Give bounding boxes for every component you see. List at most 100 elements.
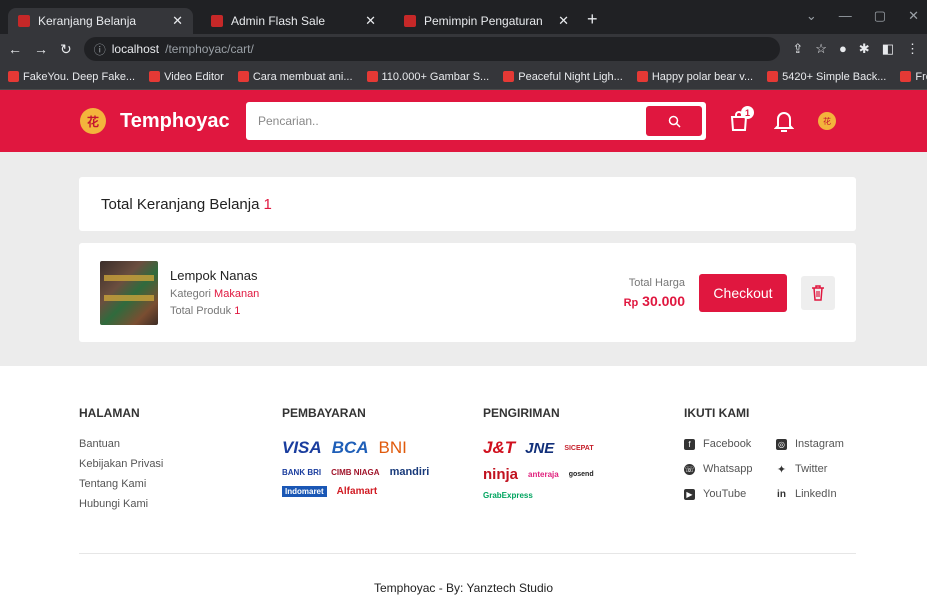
new-tab-button[interactable]: + [587,9,598,30]
tab-keranjang[interactable]: Keranjang Belanja ✕ [8,8,193,34]
site-footer: HALAMAN Bantuan Kebijakan Privasi Tentan… [0,366,927,596]
tab-title: Pemimpin Pengaturan [424,14,543,28]
footer-col-ikuti: IKUTI KAMI f Facebook ◎ Instagram ☏ Whatsap… [684,406,868,500]
cart-summary-card: Total Keranjang Belanja 1 [79,177,856,231]
tab-search-icon[interactable]: ⌄ [806,8,817,24]
close-window-icon[interactable]: ✕ [908,8,919,24]
footer-col-pembayaran: PEMBAYARAN VISA BCA BNI BANK BRI CIMB NI… [282,406,429,497]
instagram-icon: ◎ [776,438,787,450]
bca-logo: BCA [331,438,369,457]
price-block: Total Harga Rp 30.000 [624,277,685,309]
alfamart-logo: Alfamart [336,486,378,497]
omnibox[interactable]: ⓘ localhost/temphoyac/cart/ [83,37,781,61]
brand-name[interactable]: Temphoyac [120,110,246,133]
product-name[interactable]: Lempok Nanas [170,268,259,283]
social-linkedin[interactable]: in LinkedIn [776,488,868,500]
tab-admin-flash-sale[interactable]: Admin Flash Sale ✕ [201,8,386,34]
bookmark-item[interactable]: Happy polar bear v... [636,71,753,83]
social-whatsapp[interactable]: ☏ Whatsapp [684,463,776,475]
bell-icon[interactable] [774,110,794,132]
bri-logo: BANK BRI [282,467,322,477]
forward-icon[interactable]: → [34,41,48,57]
footer-link-bantuan[interactable]: Bantuan [79,438,163,450]
favicon-icon [404,15,416,27]
facebook-icon: f [684,438,695,450]
site-navbar: 花 Temphoyac Pencarian.. 1 花 [0,90,927,152]
close-icon[interactable]: ✕ [365,13,376,29]
footer-link-kebijakan[interactable]: Kebijakan Privasi [79,458,163,470]
url-path: /temphoyac/cart/ [165,42,254,56]
gosend-logo: gosend [568,471,594,478]
restore-icon[interactable]: ▢ [874,8,886,24]
indomaret-logo: Indomaret [282,486,327,497]
back-icon[interactable]: ← [8,41,22,57]
puzzle-icon[interactable]: ✱ [859,41,870,57]
footer-heading: HALAMAN [79,406,140,420]
address-bar-row: ← → ↻ ⓘ localhost/temphoyac/cart/ ⇪ ☆ ● … [0,34,927,64]
search-input[interactable]: Pencarian.. [246,102,706,140]
footer-heading: IKUTI KAMI [684,406,750,420]
bookmark-icon [767,71,779,82]
menu-icon[interactable]: ⋮ [906,41,919,57]
bookmark-item[interactable]: Peaceful Night Ligh... [503,71,623,83]
footer-col-pengiriman: PENGIRIMAN J&T JNE SICEPAT ninja anteraj… [483,406,594,500]
product-quantity: Total Produk 1 [170,305,241,317]
delete-button[interactable] [801,275,835,310]
cimb-logo: CIMB NIAGA [331,467,380,477]
ninja-logo: ninja [483,466,519,483]
bookmark-item[interactable]: 5420+ Simple Back... [767,71,886,83]
minimize-icon[interactable]: — [839,8,852,24]
footer-link-hubungi[interactable]: Hubungi Kami [79,498,163,510]
tab-title: Keranjang Belanja [38,14,137,28]
social-twitter[interactable]: ✦ Twitter [776,463,868,476]
logo-icon[interactable]: 花 [80,108,106,134]
anteraja-logo: anteraja [528,470,559,479]
bookmark-item[interactable]: 110.000+ Gambar S... [366,71,489,83]
close-icon[interactable]: ✕ [558,13,569,29]
url-host: localhost [111,42,160,56]
product-image[interactable] [100,260,158,325]
price-label: Total Harga [628,276,685,289]
browser-tab-strip: Keranjang Belanja ✕ Admin Flash Sale ✕ P… [0,0,927,34]
bookmark-item[interactable]: Cara membuat ani... [237,71,353,83]
checkout-button[interactable]: Checkout [699,273,787,312]
reload-icon[interactable]: ↻ [60,41,72,58]
info-icon[interactable]: ⓘ [94,41,106,58]
social-instagram[interactable]: ◎ Instagram [776,438,868,450]
social-youtube[interactable]: ▶ YouTube [684,488,776,500]
bookmark-item[interactable]: Video Editor [149,71,224,83]
bookmark-icon [366,71,378,82]
tab-title: Admin Flash Sale [231,14,326,28]
bni-logo: BNI [378,438,407,457]
close-icon[interactable]: ✕ [172,13,183,29]
jnt-logo: J&T [483,438,516,457]
favicon-icon [18,15,30,27]
favicon-icon [211,15,223,27]
search-icon [668,115,681,128]
star-icon[interactable]: ☆ [815,41,827,57]
bookmark-icon [8,71,19,82]
share-icon[interactable]: ⇪ [792,41,803,57]
footer-col-halaman: HALAMAN Bantuan Kebijakan Privasi Tentan… [79,406,163,510]
cart-total-count: 1 [263,195,272,213]
social-facebook[interactable]: f Facebook [684,438,776,450]
footer-link-tentang[interactable]: Tentang Kami [79,478,163,490]
category-link[interactable]: Makanan [214,288,259,300]
visa-logo: VISA [282,438,322,457]
footer-heading: PEMBAYARAN [282,406,366,420]
mandiri-logo: mandiri [389,466,430,478]
cart-button[interactable]: 1 [728,106,754,132]
bookmark-item[interactable]: FakeYou. Deep Fake... [8,71,135,83]
footer-divider [79,553,856,554]
jne-logo: JNE [525,439,555,457]
extension-icon[interactable]: ● [839,41,847,57]
bookmark-item[interactable]: Free vector "Vector... [900,71,927,83]
search-button[interactable] [646,106,702,136]
search-placeholder: Pencarian.. [258,114,319,128]
trash-icon [812,284,824,301]
sidepanel-icon[interactable]: ◧ [882,41,894,57]
twitter-icon: ✦ [776,463,787,476]
linkedin-icon: in [777,488,786,500]
tab-pemimpin[interactable]: Pemimpin Pengaturan ✕ [394,8,579,34]
avatar[interactable]: 花 [818,112,836,130]
